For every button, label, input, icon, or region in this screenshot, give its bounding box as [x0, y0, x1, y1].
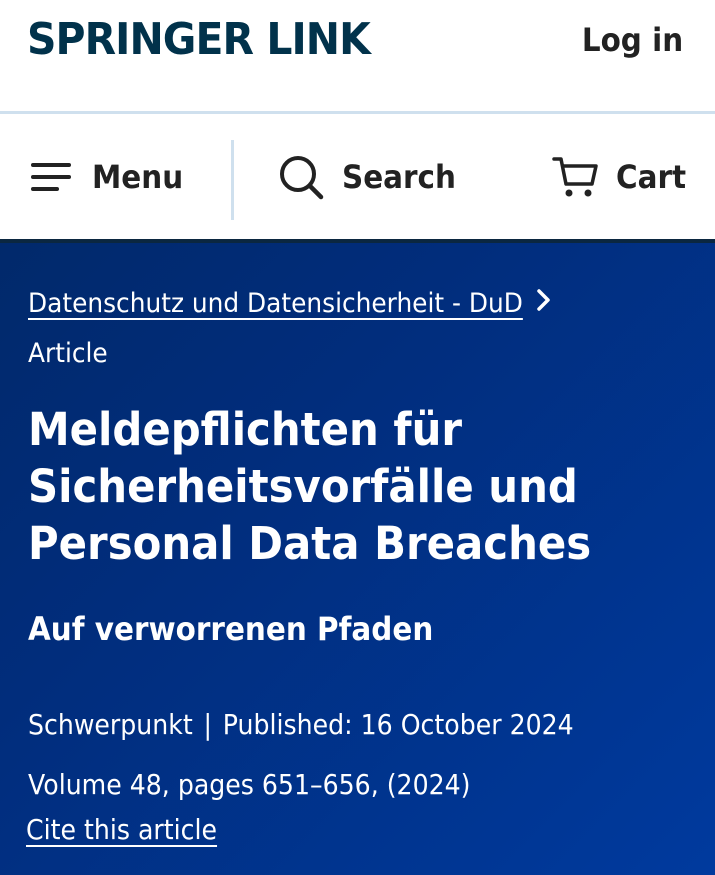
menu-button[interactable]: Menu	[30, 114, 191, 239]
cart-button[interactable]: Cart	[552, 114, 692, 239]
breadcrumb-journal-link[interactable]: Datenschutz und Datensicherheit - DuD	[28, 288, 523, 319]
article-header: Datenschutz und Datensicherheit - DuD Ar…	[0, 243, 715, 875]
chevron-right-icon	[534, 288, 554, 319]
breadcrumb: Datenschutz und Datensicherheit - DuD	[28, 288, 554, 319]
cite-article-link[interactable]: Cite this article	[26, 813, 217, 846]
article-title: Meldepflichten für Sicherheitsvorfälle u…	[28, 403, 592, 570]
site-header: SPRINGER LINK Log in	[0, 0, 715, 114]
main-nav: Menu Search Cart	[0, 114, 715, 243]
cart-label: Cart	[616, 157, 687, 196]
login-link[interactable]: Log in	[582, 20, 683, 60]
search-label: Search	[342, 157, 456, 196]
nav-divider	[231, 140, 234, 220]
search-button[interactable]: Search	[278, 114, 466, 239]
search-icon	[278, 154, 324, 200]
article-subtitle: Auf verworrenen Pfaden	[28, 610, 434, 648]
cart-icon	[552, 154, 598, 200]
springer-link-logo[interactable]: SPRINGER LINK	[27, 14, 371, 66]
published-date: Published: 16 October 2024	[222, 708, 574, 741]
article-meta: Schwerpunkt | Published: 16 October 2024	[28, 708, 574, 741]
menu-label: Menu	[92, 157, 184, 196]
article-section: Schwerpunkt	[28, 708, 193, 741]
article-type-label: Article	[28, 338, 108, 369]
volume-info: Volume 48, pages 651–656, (2024)	[28, 768, 471, 801]
hamburger-icon	[30, 161, 72, 193]
meta-separator: |	[203, 708, 213, 741]
